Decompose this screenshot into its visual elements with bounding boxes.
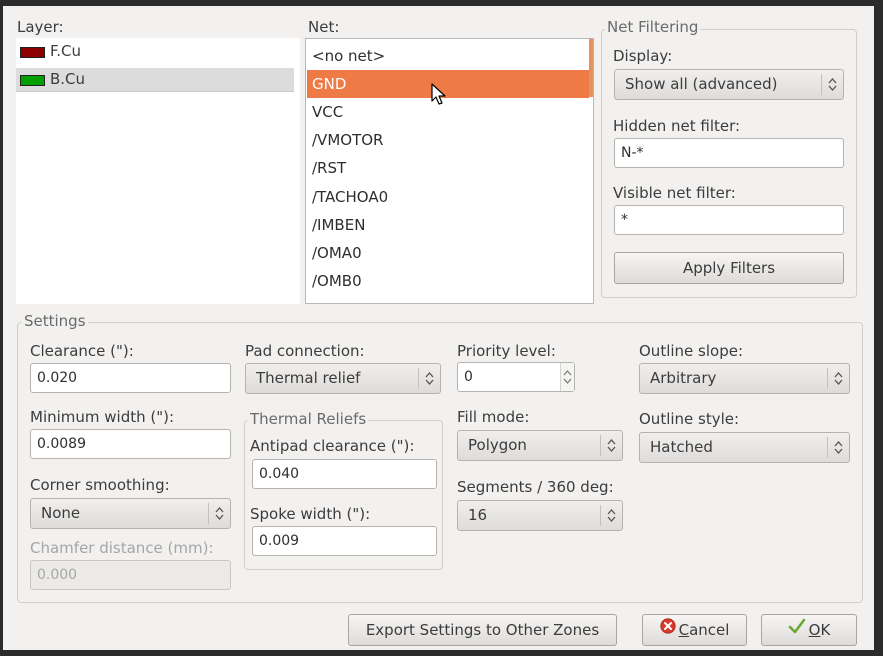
combo-arrows-icon	[827, 437, 849, 458]
display-combo-value: Show all (advanced)	[625, 75, 778, 93]
checkmark-icon	[788, 614, 806, 644]
fill-mode-label: Fill mode:	[457, 408, 530, 426]
combo-arrows-icon	[821, 74, 843, 95]
net-filtering-title: Net Filtering	[605, 18, 701, 36]
priority-level-spinner[interactable]: 0	[457, 362, 575, 392]
zone-properties-dialog: Layer: F.Cu B.Cu Net: <no net> GND VCC /…	[3, 6, 874, 650]
cancel-button-label: ancel	[689, 621, 730, 639]
net-item[interactable]: VCC	[307, 98, 589, 126]
hidden-filter-label: Hidden net filter:	[613, 117, 741, 135]
min-width-label: Minimum width ("):	[30, 408, 175, 426]
corner-smoothing-value: None	[41, 504, 81, 522]
settings-title: Settings	[22, 312, 88, 330]
net-item[interactable]: /IMBEN	[307, 211, 589, 239]
net-item[interactable]: <no net>	[307, 42, 589, 70]
layer-list[interactable]: F.Cu B.Cu	[16, 38, 300, 304]
ok-button[interactable]: OK	[761, 614, 857, 646]
combo-arrows-icon	[600, 505, 622, 526]
net-item[interactable]: /OMA0	[307, 239, 589, 267]
outline-slope-label: Outline slope:	[639, 342, 743, 360]
net-item[interactable]: /RST	[307, 154, 589, 182]
combo-arrows-icon	[600, 435, 622, 456]
outline-style-combo[interactable]: Hatched	[639, 432, 850, 463]
outline-slope-combo[interactable]: Arbitrary	[639, 363, 850, 394]
fill-mode-combo[interactable]: Polygon	[457, 430, 623, 461]
layer-item-fcu[interactable]: F.Cu	[16, 40, 294, 64]
priority-level-label: Priority level:	[457, 342, 556, 360]
thermal-reliefs-title: Thermal Reliefs	[248, 410, 369, 428]
pad-connection-combo[interactable]: Thermal relief	[245, 363, 441, 394]
cancel-icon	[659, 614, 676, 644]
apply-filters-button[interactable]: Apply Filters	[614, 252, 844, 284]
combo-arrows-icon	[418, 368, 440, 389]
corner-smoothing-combo[interactable]: None	[30, 498, 231, 529]
net-item-selected[interactable]: GND	[307, 70, 589, 98]
export-settings-button[interactable]: Export Settings to Other Zones	[348, 614, 617, 646]
outline-style-value: Hatched	[650, 438, 713, 456]
chamfer-distance-input: 0.000	[30, 560, 231, 590]
pad-connection-label: Pad connection:	[245, 342, 365, 360]
clearance-input[interactable]: 0.020	[30, 363, 231, 393]
mouse-cursor-icon	[431, 83, 446, 105]
display-label: Display:	[613, 47, 673, 65]
net-list[interactable]: <no net> GND VCC /VMOTOR /RST /TACHOA0 /…	[305, 38, 594, 304]
fill-mode-value: Polygon	[468, 436, 527, 454]
segments-combo[interactable]: 16	[457, 500, 623, 531]
segments-value: 16	[468, 506, 488, 524]
visible-filter-label: Visible net filter:	[613, 184, 736, 202]
spoke-width-input[interactable]: 0.009	[252, 526, 437, 556]
combo-arrows-icon	[208, 503, 230, 524]
visible-net-filter-input[interactable]: *	[614, 205, 844, 235]
pad-connection-value: Thermal relief	[256, 369, 361, 387]
net-item[interactable]: /TACHOA0	[307, 183, 589, 211]
layer-label: Layer:	[17, 18, 64, 36]
display-combo[interactable]: Show all (advanced)	[614, 69, 844, 100]
layer-color-swatch	[20, 47, 45, 58]
min-width-input[interactable]: 0.0089	[30, 429, 231, 459]
clearance-label: Clearance ("):	[30, 342, 134, 360]
outline-style-label: Outline style:	[639, 410, 740, 428]
chamfer-distance-label: Chamfer distance (mm):	[30, 539, 214, 557]
net-item[interactable]: /OMB0	[307, 267, 589, 295]
layer-item-bcu[interactable]: B.Cu	[16, 68, 294, 92]
layer-item-label: F.Cu	[50, 42, 81, 60]
cancel-button[interactable]: Cancel	[642, 614, 747, 646]
antipad-clearance-input[interactable]: 0.040	[252, 459, 437, 489]
hidden-net-filter-input[interactable]: N-*	[614, 138, 844, 168]
corner-smoothing-label: Corner smoothing:	[30, 476, 170, 494]
combo-arrows-icon	[827, 368, 849, 389]
ok-button-label: K	[820, 621, 831, 639]
priority-level-value: 0	[464, 369, 473, 385]
layer-color-swatch	[20, 75, 45, 86]
spoke-width-label: Spoke width ("):	[250, 505, 371, 523]
layer-item-label: B.Cu	[50, 70, 86, 88]
outline-slope-value: Arbitrary	[650, 369, 717, 387]
net-label: Net:	[308, 18, 340, 36]
segments-label: Segments / 360 deg:	[457, 478, 614, 496]
net-item[interactable]: /VMOTOR	[307, 126, 589, 154]
spinner-arrows-icon[interactable]	[560, 363, 574, 391]
net-list-scrollbar[interactable]	[589, 39, 593, 97]
antipad-clearance-label: Antipad clearance ("):	[250, 437, 415, 455]
